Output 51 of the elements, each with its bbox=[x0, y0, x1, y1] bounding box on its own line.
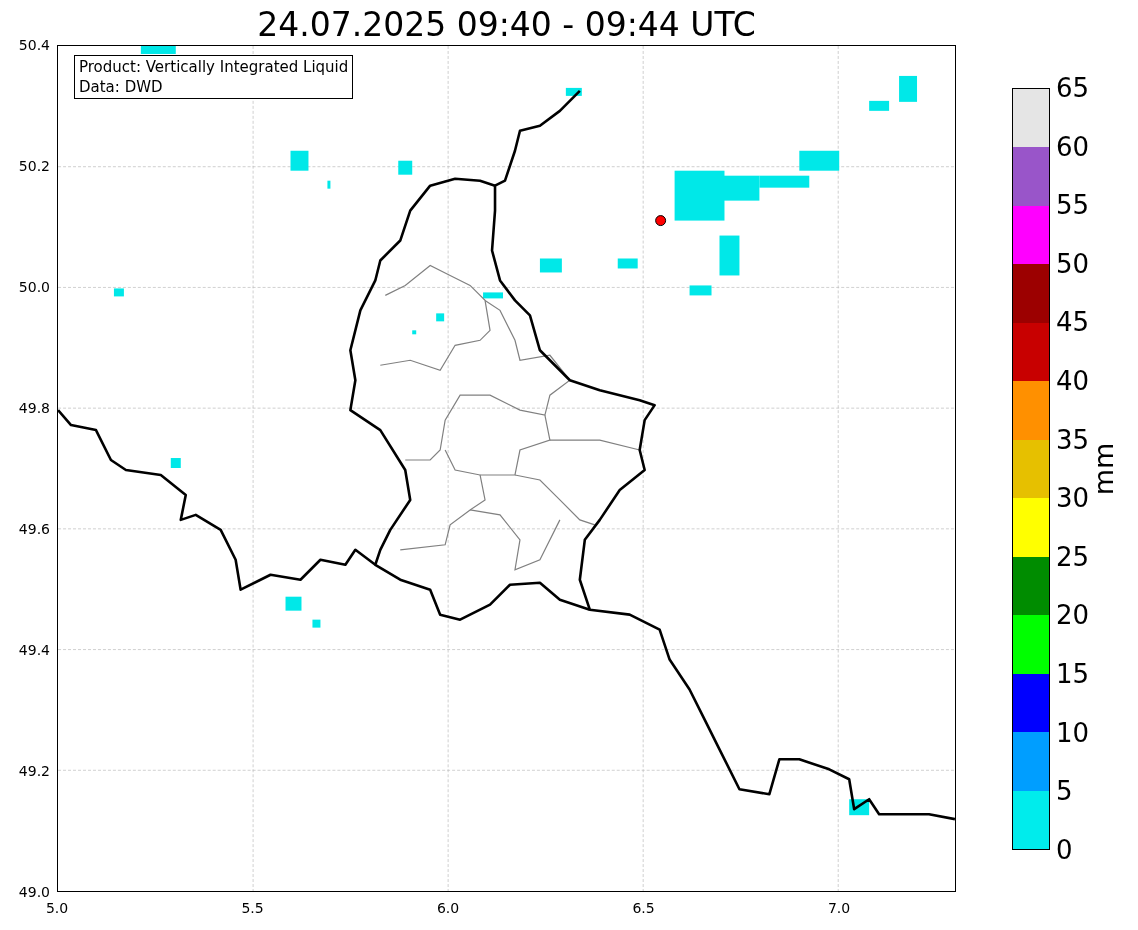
colorbar-label: mm bbox=[1089, 442, 1120, 496]
precipitation-area bbox=[113, 288, 124, 297]
x-tick-label: 6.5 bbox=[632, 900, 655, 916]
y-tick-label: 49.4 bbox=[18, 642, 50, 658]
colorbar-tick-label: 0 bbox=[1056, 834, 1073, 865]
colorbar-tick-label: 5 bbox=[1056, 776, 1073, 807]
y-tick-label: 49.2 bbox=[18, 763, 50, 779]
precipitation-area bbox=[170, 458, 181, 468]
y-tick-label: 49.6 bbox=[18, 521, 50, 537]
y-tick-label: 49.0 bbox=[18, 884, 50, 900]
colorbar-tick-label: 40 bbox=[1056, 366, 1090, 397]
precipitation-area bbox=[617, 258, 638, 269]
info-text: Product: Vertically Integrated Liquid bbox=[79, 57, 349, 77]
y-tick-label: 49.8 bbox=[18, 400, 50, 416]
x-tick-label: 5.5 bbox=[241, 900, 264, 916]
x-tick-label: 6.0 bbox=[436, 900, 460, 916]
precipitation-area bbox=[327, 180, 331, 189]
colorbar-tick-label: 30 bbox=[1056, 483, 1090, 514]
precipitation-area bbox=[398, 160, 413, 175]
colorbar-tick-label: 25 bbox=[1056, 541, 1090, 572]
precipitation-area bbox=[140, 46, 176, 54]
colorbar-tick-label: 15 bbox=[1056, 659, 1090, 690]
y-tick-label: 50.4 bbox=[18, 37, 50, 53]
precipitation-area bbox=[285, 596, 302, 611]
precipitation-area bbox=[719, 235, 740, 276]
x-tick-label: 5.0 bbox=[45, 900, 69, 916]
colorbar-tick-label: 20 bbox=[1056, 600, 1090, 631]
y-tick-label: 50.2 bbox=[18, 158, 50, 174]
x-tick-label: 7.0 bbox=[827, 900, 851, 916]
location-marker bbox=[655, 215, 667, 227]
colorbar-tick-label: 50 bbox=[1056, 248, 1090, 279]
precipitation-area bbox=[312, 619, 321, 628]
colorbar-tick-label: 55 bbox=[1056, 190, 1090, 221]
colorbar-tick-label: 10 bbox=[1056, 717, 1090, 748]
precipitation-area bbox=[539, 258, 562, 273]
precipitation-area bbox=[290, 150, 309, 171]
precipitation-area bbox=[483, 292, 503, 299]
colorbar-tick-label: 60 bbox=[1056, 131, 1090, 162]
info-text: Data: DWD bbox=[79, 77, 164, 97]
precipitation-area bbox=[799, 150, 840, 171]
precipitation-area bbox=[899, 75, 918, 102]
precipitation-area bbox=[689, 285, 712, 296]
colorbar-tick-label: 65 bbox=[1056, 73, 1090, 103]
chart-title: 24.07.2025 09:40 - 09:44 UTC bbox=[256, 4, 757, 45]
precipitation-area bbox=[565, 87, 582, 96]
y-tick-label: 50.0 bbox=[18, 279, 50, 295]
precipitation-area bbox=[436, 313, 445, 322]
precipitation-area bbox=[412, 330, 417, 335]
colorbar-tick-label: 35 bbox=[1056, 424, 1090, 455]
colorbar-tick-label: 45 bbox=[1056, 307, 1090, 338]
precipitation-area bbox=[869, 100, 890, 111]
